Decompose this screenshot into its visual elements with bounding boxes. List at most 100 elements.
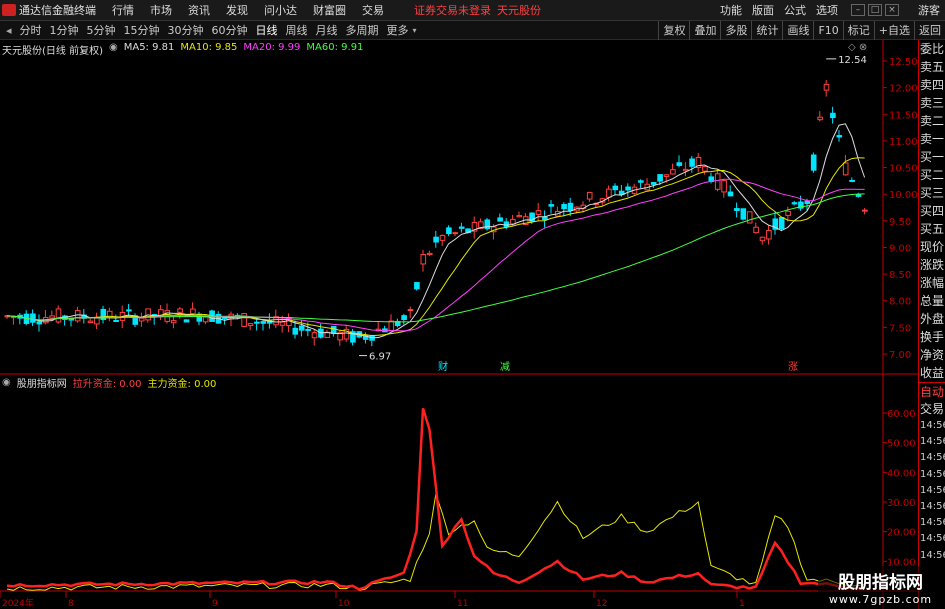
menu-zixun[interactable]: 资讯	[180, 2, 218, 18]
side-label-jingzi: 净资	[920, 348, 945, 362]
ma60-label: MA60: 9.91	[306, 42, 364, 53]
menu-gongneng[interactable]: 功能	[715, 2, 747, 18]
candle-body	[663, 174, 670, 177]
indicator-tick-label: 50.00	[887, 439, 916, 450]
menu-wenxiaoda[interactable]: 问小达	[256, 2, 305, 18]
candle-body	[657, 174, 663, 182]
huaxian-button[interactable]: 画线	[782, 21, 813, 40]
watermark-url: www.7gpzb.com	[828, 593, 933, 606]
app-logo-icon	[2, 4, 16, 16]
trade-time-7: 14:56	[920, 517, 945, 529]
period-60min[interactable]: 60分钟	[208, 22, 252, 38]
ma20-line	[6, 178, 865, 332]
candle-body	[138, 317, 145, 322]
maximize-icon[interactable]: □	[868, 4, 882, 16]
price-tick-label: 11.50	[889, 110, 918, 121]
candle-body	[830, 112, 836, 119]
menu-gongshi[interactable]: 公式	[779, 2, 811, 18]
price-tick-label: 9.50	[889, 217, 911, 228]
f10-button[interactable]: F10	[813, 21, 842, 40]
minimize-icon[interactable]: –	[851, 4, 865, 16]
menu-shichang[interactable]: 市场	[142, 2, 180, 18]
candle-body	[503, 221, 510, 228]
trading-terminal: 通达信金融终端 行情 市场 资讯 发现 问小达 财富圈 交易 证券交易未登录 天…	[0, 0, 945, 609]
candle-body	[862, 209, 868, 212]
period-30min[interactable]: 30分钟	[164, 22, 208, 38]
candle-body	[190, 308, 196, 315]
candle-body	[177, 308, 183, 313]
candle-body	[94, 317, 100, 325]
toolbar-right: 复权 叠加 多股 统计 画线 F10 标记 +自选 返回	[658, 21, 945, 40]
candle-body	[766, 229, 772, 240]
period-monthly[interactable]: 月线	[312, 22, 342, 38]
candle-body	[439, 234, 446, 241]
kline-chart[interactable]: 12.50 12.00 11.50 11.00 10.50 10.00 9.50 9.00 8.…	[0, 40, 918, 609]
period-fenshi[interactable]: 分时	[16, 22, 46, 38]
trade-time-2: 14:56	[920, 436, 945, 448]
candle-body	[842, 162, 849, 176]
price-tick-label: 12.50	[889, 57, 918, 68]
price-tick-label: 12.00	[889, 84, 918, 95]
collapse-arrow-icon[interactable]: ◂	[0, 24, 16, 37]
zhuli-zijin-line	[6, 494, 865, 591]
date-tick-label: 11	[457, 599, 468, 609]
menu-hangqing[interactable]: 行情	[104, 2, 142, 18]
period-weekly[interactable]: 周线	[282, 22, 312, 38]
login-warning[interactable]: 证券交易未登录	[414, 2, 491, 18]
candle-body	[759, 236, 766, 242]
side-label-huanshou: 换手	[920, 330, 945, 344]
settings-dot-icon[interactable]: ◉	[109, 42, 118, 56]
candle-body	[682, 168, 689, 172]
close-icon[interactable]: ×	[885, 4, 899, 16]
candle-body	[855, 194, 862, 197]
menu-jiaoyi[interactable]: 交易	[354, 2, 392, 18]
side-label-zhangdie: 涨跌	[920, 258, 945, 272]
period-15min[interactable]: 15分钟	[120, 22, 164, 38]
date-tick-label: 10	[338, 599, 350, 609]
side-label-buy2: 买二	[920, 168, 945, 182]
add-watchlist-button[interactable]: +自选	[873, 21, 914, 40]
side-label-zongliang: 总量	[920, 294, 945, 308]
tongji-button[interactable]: 统计	[751, 21, 782, 40]
candle-body	[535, 210, 542, 215]
candle-body	[849, 179, 855, 182]
indicator-header: ◉ 股朋指标网 拉升资金: 0.00 主力资金: 0.00	[2, 375, 216, 390]
candle-body	[30, 313, 36, 323]
candle-body	[702, 166, 708, 172]
biaoji-button[interactable]: 标记	[842, 21, 874, 40]
side-tab-trade[interactable]: 交易	[919, 400, 945, 418]
candle-body	[567, 202, 574, 212]
fuquan-button[interactable]: 复权	[658, 21, 689, 40]
candle-body	[586, 191, 593, 200]
guest-button[interactable]: 游客	[913, 2, 945, 18]
ma60-line	[6, 193, 865, 323]
period-more[interactable]: 更多	[383, 22, 413, 38]
indicator-dot-icon[interactable]: ◉	[2, 377, 11, 388]
trade-time-9: 14:56	[920, 549, 945, 561]
period-5min[interactable]: 5分钟	[83, 22, 120, 38]
diejia-button[interactable]: 叠加	[689, 21, 720, 40]
candle-body	[810, 154, 817, 171]
side-tab-auto[interactable]: 自动	[919, 382, 945, 400]
indicator-tick-label: 40.00	[887, 468, 916, 479]
menu-caifuquan[interactable]: 财富圈	[305, 2, 354, 18]
chevron-down-icon[interactable]: ▾	[413, 26, 417, 35]
menu-banmian[interactable]: 版面	[747, 2, 779, 18]
menu-xuanxiang[interactable]: 选项	[811, 2, 843, 18]
period-daily[interactable]: 日线	[252, 22, 282, 38]
duogu-button[interactable]: 多股	[720, 21, 751, 40]
chart-corner-icons[interactable]: ◇ ⊗	[848, 42, 867, 53]
current-stock-name: 天元股份	[497, 4, 541, 17]
period-multi[interactable]: 多周期	[342, 22, 383, 38]
ma5-line	[6, 123, 866, 339]
candle-body	[170, 320, 177, 324]
candle-body	[727, 191, 734, 197]
back-button[interactable]: 返回	[914, 21, 945, 40]
menu-faxian[interactable]: 发现	[218, 2, 256, 18]
trade-time-6: 14:56	[920, 500, 945, 512]
trade-time-4: 14:56	[920, 468, 945, 480]
period-1min[interactable]: 1分钟	[46, 22, 83, 38]
candle-body	[817, 116, 823, 121]
price-tick-label: 7.00	[889, 350, 911, 361]
quote-side-panel: 委比 卖五 卖四 卖三 卖二 卖一 买一 买二 买三 买四 买五 现价 涨跌 涨…	[918, 40, 945, 609]
